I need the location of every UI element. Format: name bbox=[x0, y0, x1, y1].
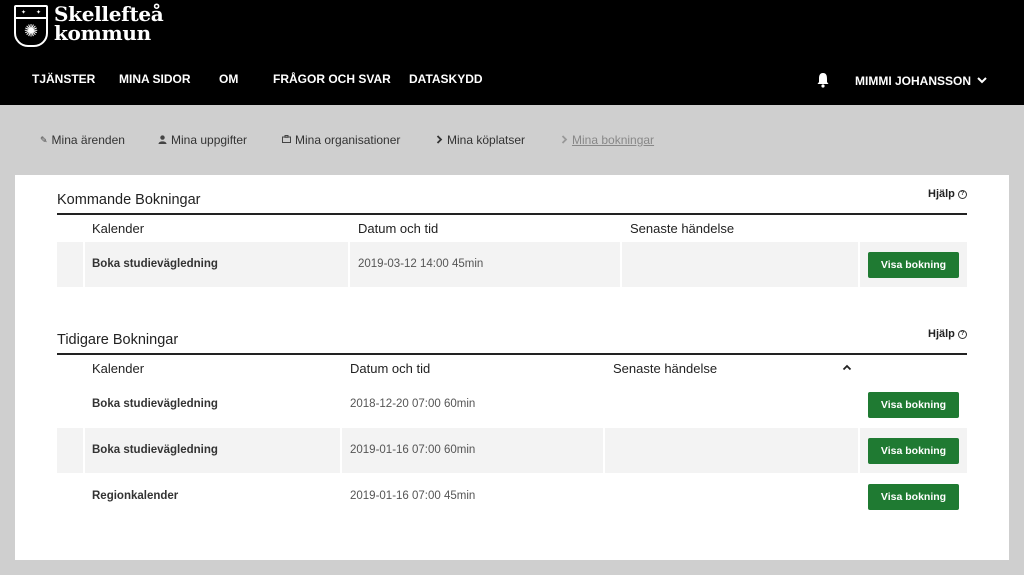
help-label: Hjälp bbox=[928, 328, 955, 340]
col-senaste: Senaste händelse bbox=[630, 221, 735, 236]
logo-line-2: kommun bbox=[54, 21, 151, 45]
bell-icon[interactable] bbox=[816, 72, 830, 88]
crest-logo-icon: ✦ ✦ ✺ bbox=[14, 5, 48, 47]
help-circle-icon: ? bbox=[957, 329, 967, 339]
subnav-label: Mina köplatser bbox=[447, 133, 526, 147]
row-calendar: Boka studievägledning bbox=[92, 444, 218, 456]
visa-bokning-button[interactable]: Visa bokning bbox=[868, 484, 959, 510]
chevron-right-icon bbox=[436, 134, 443, 146]
row-calendar: Boka studievägledning bbox=[92, 258, 218, 270]
previous-title: Tidigare Bokningar bbox=[57, 332, 179, 348]
nav-om[interactable]: Om bbox=[219, 72, 238, 86]
person-icon bbox=[158, 134, 167, 146]
col-kalender: Kalender bbox=[92, 221, 145, 236]
col-datum: Datum och tid bbox=[358, 221, 439, 236]
subnav-mina-organisationer[interactable]: Mina organisationer bbox=[282, 133, 400, 147]
nav-mina-sidor[interactable]: Mina sidor bbox=[119, 72, 191, 86]
previous-help-link[interactable]: Hjälp ? bbox=[928, 328, 967, 340]
chevron-right-icon bbox=[561, 134, 568, 146]
col-datum: Datum och tid bbox=[350, 361, 431, 376]
help-label: Hjälp bbox=[928, 188, 955, 200]
subnav-mina-koplatser[interactable]: Mina köplatser bbox=[436, 133, 525, 147]
upcoming-help-link[interactable]: Hjälp ? bbox=[928, 188, 967, 200]
subnav-label: Mina uppgifter bbox=[171, 133, 248, 147]
visa-bokning-button[interactable]: Visa bokning bbox=[868, 392, 959, 418]
subnav-mina-arenden[interactable]: ✎ Mina ärenden bbox=[40, 133, 125, 147]
nav-dataskydd[interactable]: Dataskydd bbox=[409, 72, 483, 86]
table-row bbox=[57, 474, 967, 519]
row-calendar: Boka studievägledning bbox=[92, 398, 218, 410]
row-datetime: 2018-12-20 07:00 60min bbox=[350, 398, 476, 410]
visa-bokning-button[interactable]: Visa bokning bbox=[868, 438, 959, 464]
briefcase-icon bbox=[282, 135, 291, 145]
upcoming-title: Kommande Bokningar bbox=[57, 192, 201, 208]
user-name[interactable]: MIMMI JOHANSSON bbox=[855, 74, 971, 88]
chevron-down-icon[interactable] bbox=[976, 75, 988, 85]
nav-fragor-och-svar[interactable]: Frågor och svar bbox=[273, 72, 391, 86]
upcoming-rule bbox=[57, 213, 967, 215]
previous-rule bbox=[57, 353, 967, 355]
subnav-label: Mina bokningar bbox=[572, 133, 655, 147]
subnav-mina-bokningar[interactable]: Mina bokningar bbox=[561, 133, 654, 147]
col-kalender: Kalender bbox=[92, 361, 145, 376]
row-datetime: 2019-01-16 07:00 45min bbox=[350, 490, 476, 502]
subnav-label: Mina ärenden bbox=[51, 133, 125, 147]
sort-up-icon[interactable] bbox=[842, 364, 852, 371]
pencil-icon: ✎ bbox=[40, 134, 48, 145]
top-bar: ✦ ✦ ✺ Skellefteå kommun Tjänster Mina sid… bbox=[0, 0, 1024, 105]
row-datetime: 2019-03-12 14:00 45min bbox=[358, 258, 484, 270]
visa-bokning-button[interactable]: Visa bokning bbox=[868, 252, 959, 278]
nav-tjanster[interactable]: Tjänster bbox=[32, 72, 95, 86]
row-calendar: Regionkalender bbox=[92, 490, 179, 502]
row-datetime: 2019-01-16 07:00 60min bbox=[350, 444, 476, 456]
col-senaste[interactable]: Senaste händelse bbox=[613, 361, 717, 376]
subnav-mina-uppgifter[interactable]: Mina uppgifter bbox=[158, 133, 247, 147]
subnav-label: Mina organisationer bbox=[295, 133, 401, 147]
help-circle-icon: ? bbox=[957, 189, 967, 199]
site-logo[interactable]: ✦ ✦ ✺ Skellefteå kommun bbox=[14, 4, 164, 47]
